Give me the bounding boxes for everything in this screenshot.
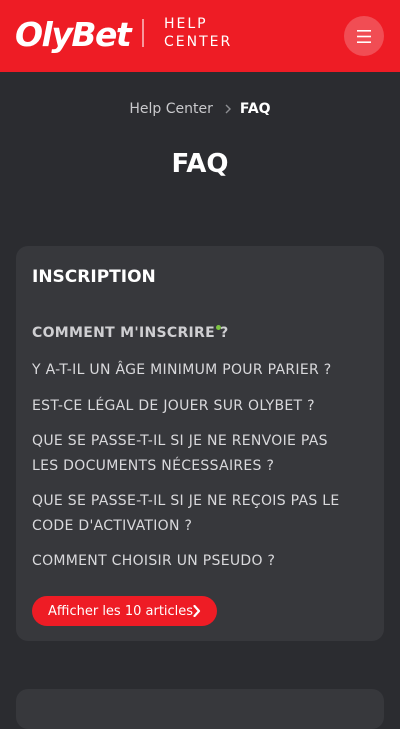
header-divider [142, 19, 144, 47]
category-title[interactable]: INSCRIPTION [32, 265, 156, 289]
faq-question-link[interactable]: COMMENT M'INSCRIRE ? [32, 321, 352, 346]
page-title: FAQ [171, 149, 229, 179]
faq-question-link[interactable]: QUE SE PASSE-T-IL SI JE NE RENVOIE PAS L… [32, 429, 352, 479]
breadcrumb-home-link[interactable]: Help Center [129, 101, 213, 117]
faq-question-link[interactable]: EST-CE LÉGAL DE JOUER SUR OLYBET ? [32, 394, 352, 419]
help-center-line1: HELP [164, 16, 208, 32]
menu-button[interactable] [344, 16, 384, 56]
top-header: OlyBet HELP CENTER [0, 0, 400, 72]
show-all-articles-button[interactable]: Afficher les 10 articles [32, 596, 217, 626]
next-category-card [16, 689, 384, 729]
faq-category-card: INSCRIPTION COMMENT M'INSCRIRE ? Y A-T-I… [16, 246, 384, 641]
olybet-logo[interactable]: OlyBet [15, 14, 132, 56]
breadcrumb: Help Center FAQ [0, 99, 400, 119]
help-center-label[interactable]: HELP CENTER [164, 15, 232, 51]
breadcrumb-current: FAQ [239, 101, 271, 117]
faq-question-link[interactable]: COMMENT CHOISIR UN PSEUDO ? [32, 549, 352, 574]
chevron-right-icon [193, 605, 201, 617]
faq-question-link[interactable]: QUE SE PASSE-T-IL SI JE NE REÇOIS PAS LE… [32, 489, 352, 539]
help-center-line2: CENTER [164, 34, 233, 50]
chevron-right-icon [225, 104, 231, 114]
show-all-label: Afficher les 10 articles [48, 603, 194, 619]
faq-question-link[interactable]: Y A-T-IL UN ÂGE MINIMUM POUR PARIER ? [32, 358, 352, 383]
hamburger-icon [357, 29, 371, 43]
active-indicator-dot [216, 325, 221, 330]
